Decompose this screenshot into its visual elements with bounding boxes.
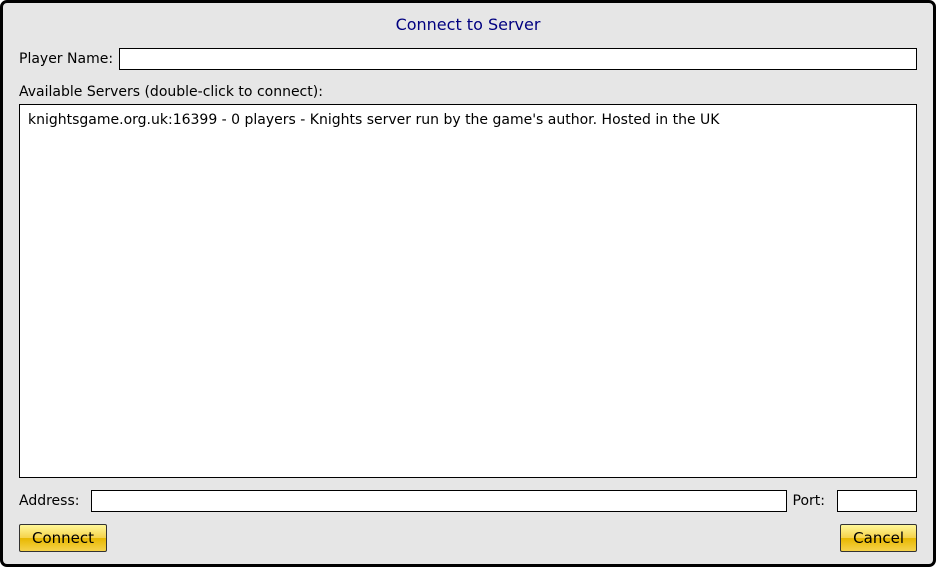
connect-to-server-dialog: Connect to Server Player Name: Available…: [0, 0, 936, 567]
port-input[interactable]: [837, 490, 917, 512]
port-label: Port:: [793, 493, 825, 509]
available-servers-label: Available Servers (double-click to conne…: [19, 84, 917, 100]
address-label: Address:: [19, 493, 79, 509]
connect-button[interactable]: Connect: [19, 524, 107, 552]
player-name-input[interactable]: [119, 48, 917, 70]
player-name-label: Player Name:: [19, 51, 113, 67]
server-item[interactable]: knightsgame.org.uk:16399 - 0 players - K…: [28, 111, 908, 129]
button-row: Connect Cancel: [19, 524, 917, 552]
server-list[interactable]: knightsgame.org.uk:16399 - 0 players - K…: [19, 104, 917, 478]
address-row: Address: Port:: [19, 490, 917, 512]
address-input[interactable]: [91, 490, 786, 512]
cancel-button[interactable]: Cancel: [840, 524, 917, 552]
player-name-row: Player Name:: [19, 48, 917, 70]
dialog-title: Connect to Server: [19, 15, 917, 34]
